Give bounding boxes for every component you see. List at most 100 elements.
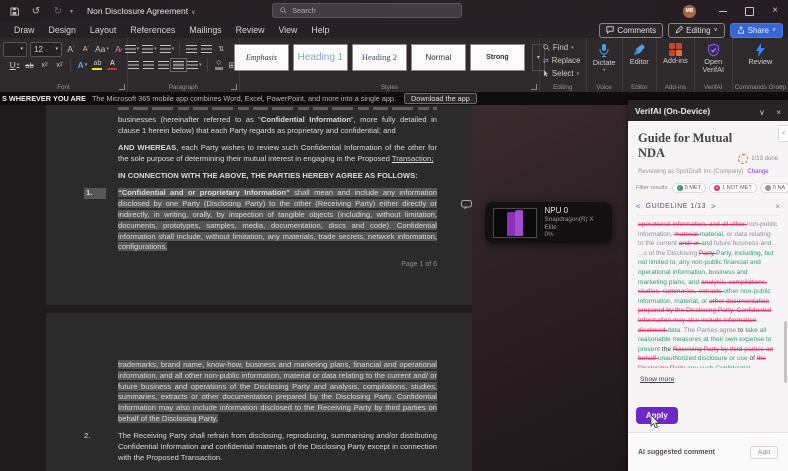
close-button[interactable]: ×: [762, 0, 788, 22]
comments-button[interactable]: Comments: [599, 23, 663, 38]
panel-scrollbar[interactable]: [784, 321, 787, 383]
tab-review[interactable]: Review: [236, 25, 265, 35]
dictate-button[interactable]: Dictate ▾: [593, 43, 616, 73]
comment-icon: [606, 26, 614, 34]
text-effects-button[interactable]: A▾: [76, 58, 88, 72]
document-title[interactable]: Non Disclosure Agreement∨: [87, 6, 196, 16]
change-link[interactable]: Change: [747, 168, 768, 175]
font-size-combo[interactable]: 12▾: [30, 42, 62, 57]
style-emphasis[interactable]: Emphasis: [234, 44, 289, 71]
guideline-next-icon[interactable]: >: [711, 202, 716, 211]
guideline-close-icon[interactable]: ×: [775, 202, 780, 211]
select-button[interactable]: Select▾: [543, 67, 579, 80]
increase-indent-button[interactable]: [200, 42, 212, 56]
decrease-indent-button[interactable]: [185, 42, 197, 56]
maximize-button[interactable]: [736, 0, 762, 22]
share-button[interactable]: Share∨: [730, 23, 783, 38]
editing-mode-dropdown[interactable]: Editing∨: [668, 23, 725, 38]
panel-collapse-handle[interactable]: <: [778, 125, 788, 142]
filter-met-pill[interactable]: ✓0 MET: [672, 183, 706, 193]
change-case-button[interactable]: Aa▾: [95, 42, 109, 56]
download-app-button[interactable]: Download the app: [404, 93, 477, 104]
guideline-prev-icon[interactable]: <: [636, 202, 641, 211]
addins-button[interactable]: Add-ins: [663, 43, 688, 65]
avatar[interactable]: MB: [683, 5, 696, 18]
line-spacing-button[interactable]: ▾: [187, 58, 202, 72]
tab-layout[interactable]: Layout: [90, 25, 116, 35]
comment-anchor-icon[interactable]: [461, 197, 472, 215]
npu-usage: 0%: [545, 231, 604, 239]
font-dialog-launcher-icon[interactable]: [119, 84, 125, 90]
check-icon: ✓: [677, 185, 683, 191]
find-button[interactable]: Find▾: [543, 41, 574, 54]
tab-draw[interactable]: Draw: [14, 25, 35, 35]
search-input[interactable]: Search: [272, 3, 462, 18]
guide-title: Guide for Mutual NDA: [638, 131, 736, 161]
tab-design[interactable]: Design: [49, 25, 76, 35]
npu-monitor-widget[interactable]: NPU 0 Snapdragon(R) X Elite 0%: [485, 202, 612, 243]
underline-button[interactable]: U▾: [8, 58, 20, 72]
select-cursor-icon: [543, 70, 549, 77]
justify-button[interactable]: [172, 58, 184, 72]
show-more-link[interactable]: Show more: [640, 376, 674, 383]
mouse-cursor-icon: [650, 415, 660, 433]
tab-references[interactable]: References: [130, 25, 175, 35]
tab-help[interactable]: Help: [311, 25, 329, 35]
document-page-2[interactable]: trademarks, brand name, know-how, busine…: [46, 313, 472, 471]
align-right-button[interactable]: [157, 58, 169, 72]
style-normal[interactable]: Normal: [411, 44, 466, 71]
add-comment-button[interactable]: Add: [750, 446, 778, 459]
npu-chip: Snapdragon(R) X Elite: [545, 216, 604, 232]
minimize-button[interactable]: [710, 0, 736, 22]
title-bar: ↺ ↻ ▾ Non Disclosure Agreement∨ Search M…: [0, 0, 788, 22]
tab-mailings[interactable]: Mailings: [189, 25, 221, 35]
addins-grid-icon: [669, 43, 682, 56]
style-strong[interactable]: Strong: [470, 44, 525, 71]
subscript-button[interactable]: x2: [38, 58, 50, 72]
shading-button[interactable]: ◇: [213, 58, 225, 72]
panel-chevron-down-icon[interactable]: ∨: [759, 108, 765, 117]
bullet-list-button[interactable]: ▾: [125, 42, 140, 56]
paragraph-in-connection: IN CONNECTION WITH THE ABOVE, THE PARTIE…: [118, 171, 437, 182]
document-page-1[interactable]: businesses (hereinafter referred to as “…: [46, 105, 472, 305]
redline-diff-text: operational information, and all other n…: [638, 220, 778, 368]
filter-not-met-pill[interactable]: ✕1 NOT MET: [709, 183, 757, 193]
open-verifai-button[interactable]: Open VerifAI: [698, 43, 729, 74]
sort-button[interactable]: ⇅: [215, 42, 227, 56]
align-left-button[interactable]: [127, 58, 139, 72]
font-group-label: Font: [0, 84, 127, 91]
undo-icon[interactable]: ↺: [28, 3, 44, 19]
filter-na-pill[interactable]: 0 NA: [760, 183, 788, 193]
highlight-color-button[interactable]: ab: [91, 58, 103, 72]
replace-button[interactable]: ⇄Replace: [543, 54, 580, 67]
share-icon: [737, 26, 745, 34]
paragraph-dialog-launcher-icon[interactable]: [231, 84, 237, 90]
superscript-button[interactable]: x2: [53, 58, 65, 72]
redo-icon[interactable]: ↻: [50, 3, 66, 19]
collapse-ribbon-chevron-icon[interactable]: ⌄: [778, 81, 784, 89]
font-name-combo[interactable]: ▾: [3, 42, 27, 57]
clear-formatting-button[interactable]: A̷: [112, 42, 124, 56]
editor-button[interactable]: Editor: [630, 43, 649, 66]
review-command-button[interactable]: Review: [748, 43, 772, 66]
multilevel-list-button[interactable]: ▾: [160, 42, 175, 56]
editing-group: Find▾ ⇄Replace Select▾ Editing: [540, 38, 587, 92]
progress-ring-icon: [738, 154, 748, 164]
style-heading1[interactable]: Heading 1: [293, 44, 348, 71]
align-center-button[interactable]: [142, 58, 154, 72]
shrink-font-button[interactable]: Aˇ: [80, 42, 92, 56]
strikethrough-button[interactable]: ab: [23, 58, 35, 72]
numbered-list-button[interactable]: ▾: [142, 42, 157, 56]
panel-close-icon[interactable]: ×: [776, 108, 781, 117]
styles-dialog-launcher-icon[interactable]: [531, 84, 537, 90]
tab-view[interactable]: View: [278, 25, 297, 35]
save-icon[interactable]: [6, 3, 22, 19]
npu-name: NPU 0: [545, 206, 604, 216]
verifai-group-label: VerifAI: [695, 84, 732, 91]
style-heading2[interactable]: Heading 2: [352, 44, 407, 71]
quick-access-chevron-icon[interactable]: ▾: [70, 8, 73, 15]
grow-font-button[interactable]: Aˆ: [65, 42, 77, 56]
filter-results-row: Filter results ✓0 MET ✕1 NOT MET 0 NA: [636, 183, 788, 193]
font-color-button[interactable]: A: [106, 58, 118, 72]
x-icon: ✕: [714, 185, 720, 191]
